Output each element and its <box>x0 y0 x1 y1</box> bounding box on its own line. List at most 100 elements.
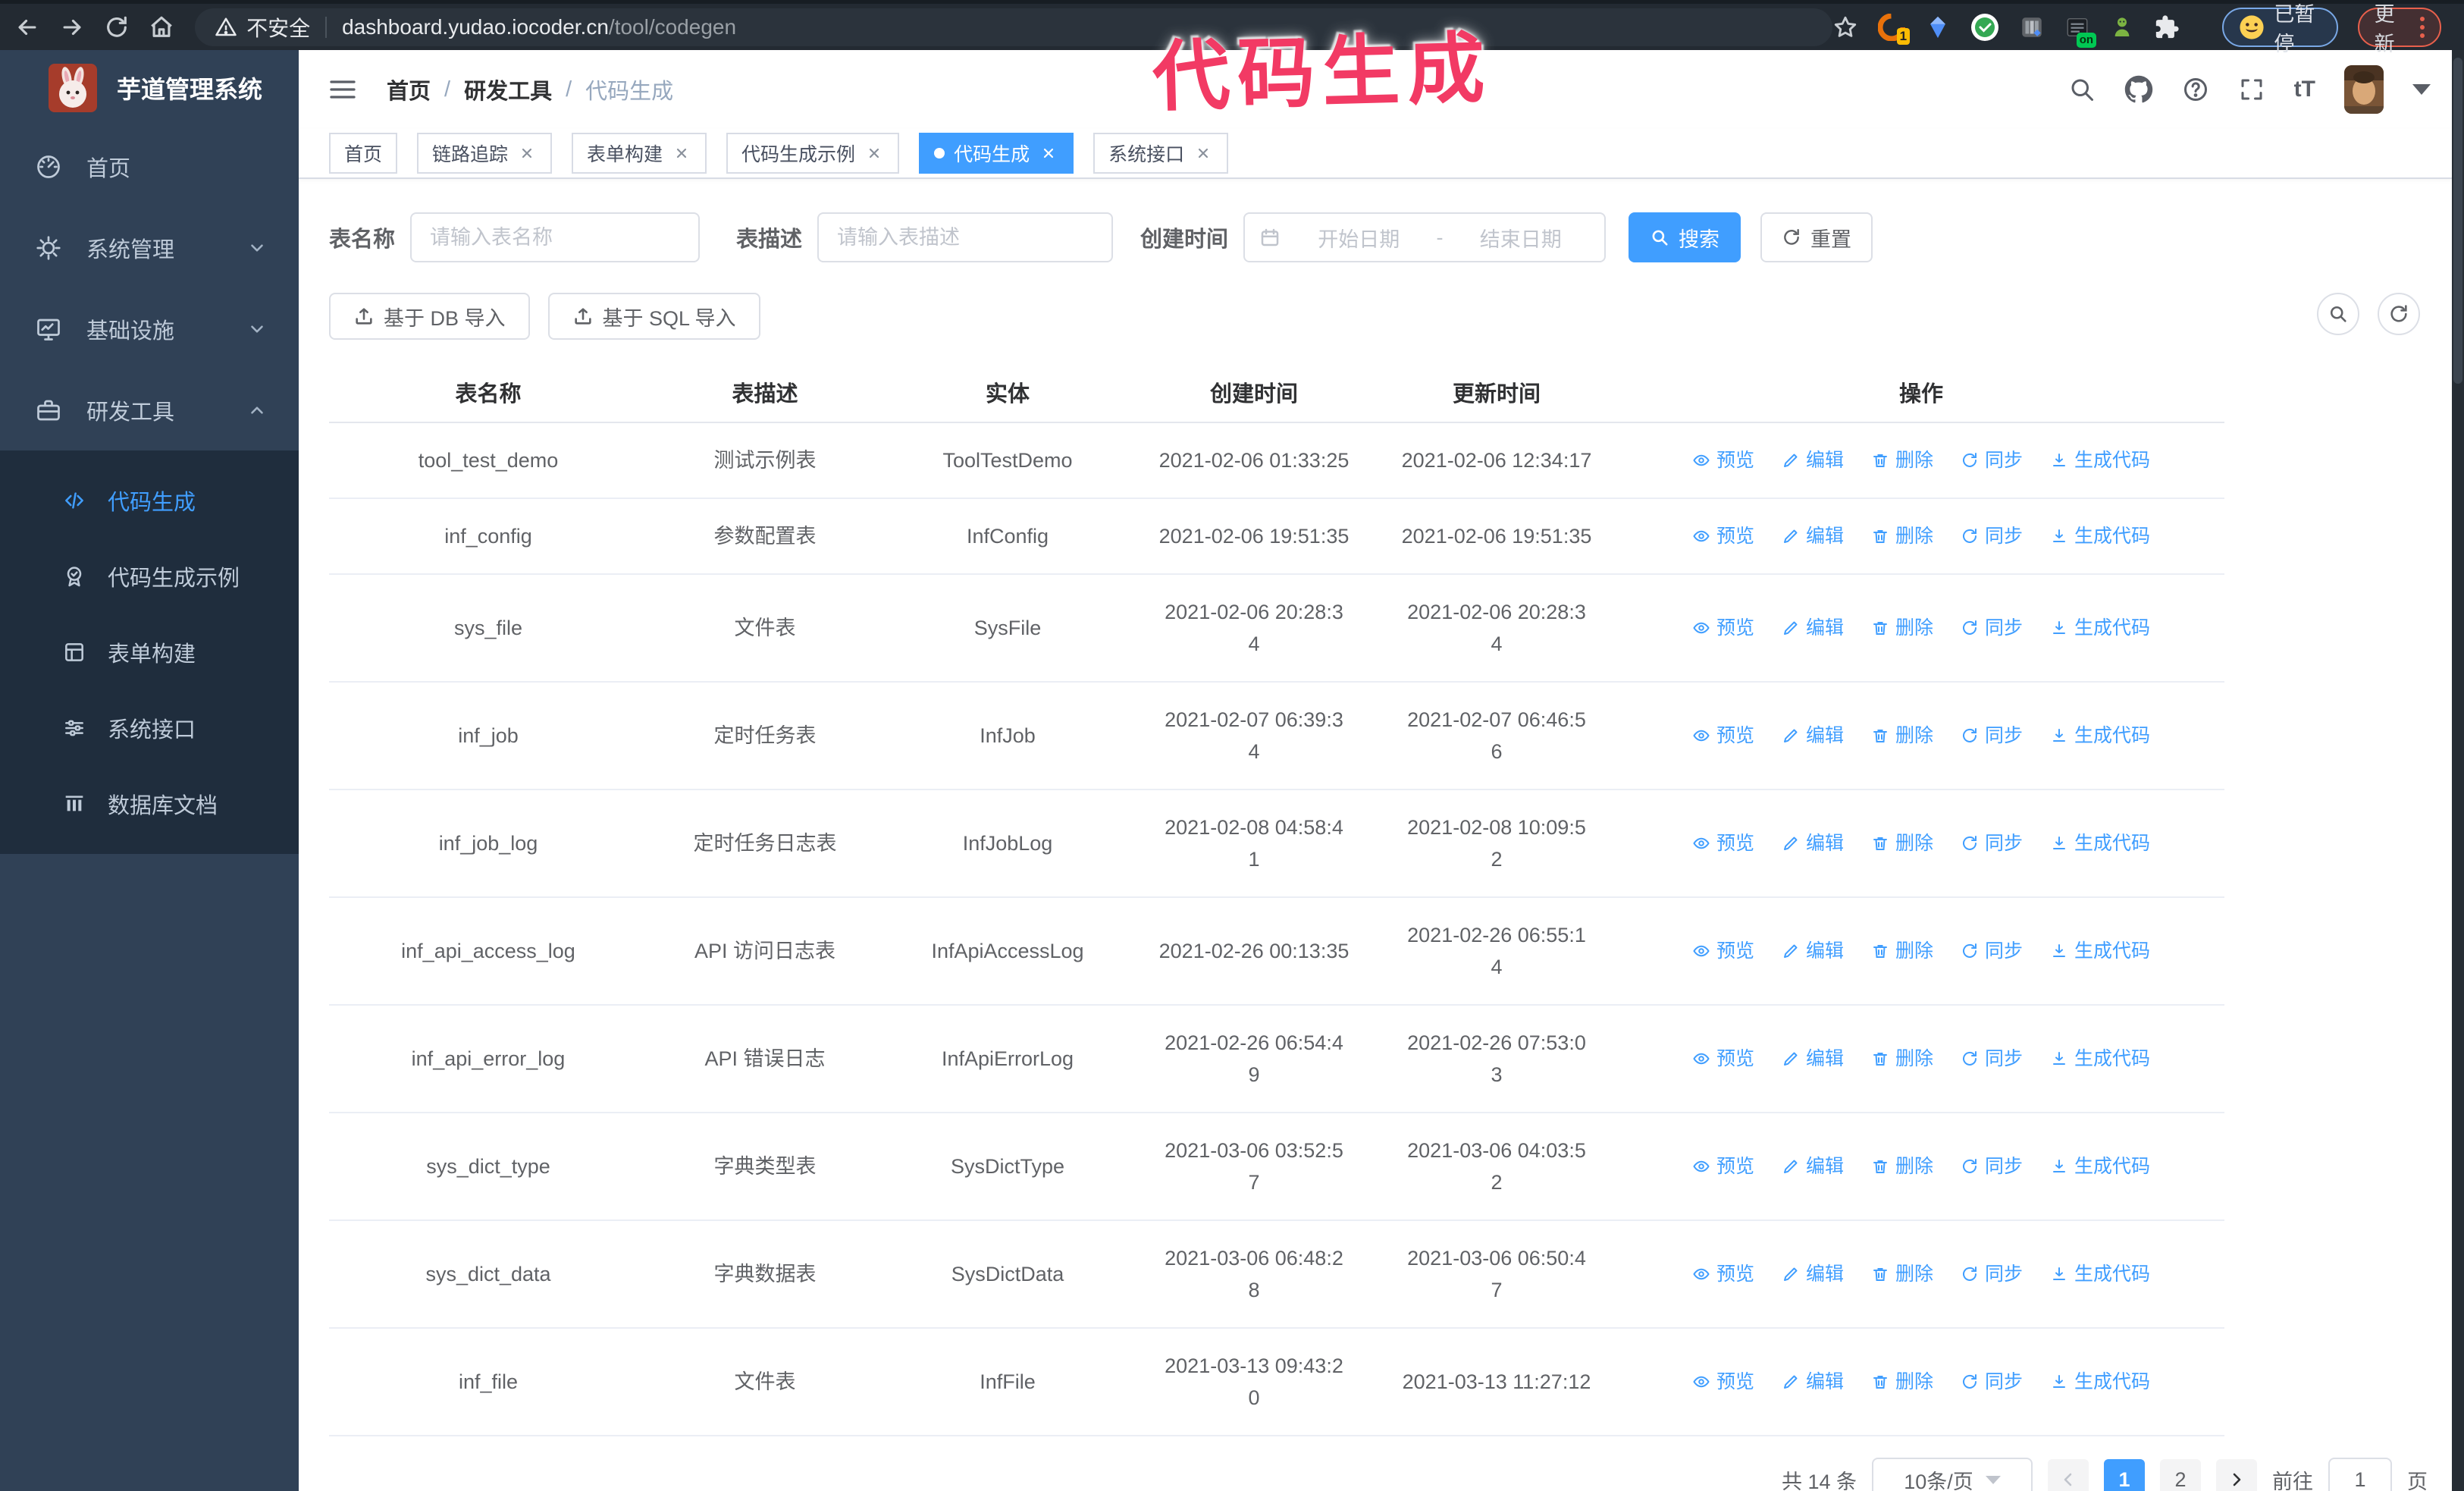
table-row[interactable]: inf_job 定时任务表 InfJob 2021-02-07 06:39:3 … <box>329 682 2224 790</box>
avatar-caret-icon[interactable] <box>2412 84 2431 95</box>
close-icon[interactable] <box>864 143 884 163</box>
edit-link[interactable]: 编辑 <box>1782 1043 1844 1075</box>
table-row[interactable]: sys_dict_data 字典数据表 SysDictData 2021-03-… <box>329 1220 2224 1329</box>
search-icon[interactable] <box>2068 76 2096 103</box>
edit-link[interactable]: 编辑 <box>1782 1366 1844 1398</box>
sidebar-item-db-doc[interactable]: 数据库文档 <box>0 766 299 842</box>
sidebar-collapse-icon[interactable] <box>328 74 358 105</box>
preview-link[interactable]: 预览 <box>1692 827 1754 859</box>
sidebar-item-devtools[interactable]: 研发工具 <box>0 369 299 450</box>
sidebar-item-form-builder[interactable]: 表单构建 <box>0 614 299 690</box>
edit-link[interactable]: 编辑 <box>1782 612 1844 644</box>
table-desc-input[interactable] <box>817 212 1114 262</box>
preview-link[interactable]: 预览 <box>1692 1366 1754 1398</box>
app-logo-row[interactable]: 芋道管理系统 <box>0 50 299 126</box>
import-sql-button[interactable]: 基于 SQL 导入 <box>547 293 760 340</box>
close-icon[interactable] <box>1039 143 1058 163</box>
edit-link[interactable]: 编辑 <box>1782 1258 1844 1290</box>
generate-code-link[interactable]: 生成代码 <box>2050 1043 2150 1075</box>
tab-tracing[interactable]: 链路追踪 <box>417 133 553 174</box>
scrollbar-thumb[interactable] <box>2453 58 2462 384</box>
extension-orange-icon[interactable]: 1 <box>1878 13 1911 45</box>
refresh-button[interactable] <box>2378 293 2420 335</box>
extension-check-icon[interactable] <box>1970 13 1999 42</box>
edit-link[interactable]: 编辑 <box>1782 827 1844 859</box>
delete-link[interactable]: 删除 <box>1871 1043 1933 1075</box>
preview-link[interactable]: 预览 <box>1692 1150 1754 1182</box>
table-row[interactable]: inf_file 文件表 InfFile 2021-03-13 09:43:2 … <box>329 1328 2224 1436</box>
sync-link[interactable]: 同步 <box>1961 520 2023 552</box>
sync-link[interactable]: 同步 <box>1961 720 2023 752</box>
generate-code-link[interactable]: 生成代码 <box>2050 935 2150 967</box>
sidebar-item-system-api[interactable]: 系统接口 <box>0 690 299 766</box>
close-icon[interactable] <box>1193 143 1213 163</box>
fullscreen-icon[interactable] <box>2238 76 2265 103</box>
date-start-placeholder[interactable]: 开始日期 <box>1289 223 1429 253</box>
page-button-2[interactable]: 2 <box>2160 1459 2201 1491</box>
edit-link[interactable]: 编辑 <box>1782 935 1844 967</box>
forward-icon[interactable] <box>55 9 89 46</box>
sidebar-item-codegen-example[interactable]: 代码生成示例 <box>0 538 299 614</box>
preview-link[interactable]: 预览 <box>1692 1043 1754 1075</box>
sync-link[interactable]: 同步 <box>1961 935 2023 967</box>
preview-link[interactable]: 预览 <box>1692 612 1754 644</box>
sync-link[interactable]: 同步 <box>1961 827 2023 859</box>
close-icon[interactable] <box>517 143 537 163</box>
generate-code-link[interactable]: 生成代码 <box>2050 827 2150 859</box>
sync-link[interactable]: 同步 <box>1961 1258 2023 1290</box>
tab-form-builder[interactable]: 表单构建 <box>572 133 707 174</box>
generate-code-link[interactable]: 生成代码 <box>2050 612 2150 644</box>
breadcrumb-devtools[interactable]: 研发工具 <box>464 74 552 105</box>
breadcrumb-home[interactable]: 首页 <box>387 74 431 105</box>
github-icon[interactable] <box>2124 75 2153 104</box>
table-row[interactable]: sys_file 文件表 SysFile 2021-02-06 20:28:3 … <box>329 574 2224 683</box>
address-bar[interactable]: 不安全 dashboard.yudao.iocoder.cn/tool/code… <box>195 8 1833 46</box>
table-row[interactable]: inf_api_access_log API 访问日志表 InfApiAcces… <box>329 897 2224 1006</box>
delete-link[interactable]: 删除 <box>1871 827 1933 859</box>
delete-link[interactable]: 删除 <box>1871 612 1933 644</box>
date-range-picker[interactable]: 开始日期 - 结束日期 <box>1243 212 1607 262</box>
reload-icon[interactable] <box>100 9 134 46</box>
edit-link[interactable]: 编辑 <box>1782 720 1844 752</box>
sync-link[interactable]: 同步 <box>1961 612 2023 644</box>
extensions-puzzle-icon[interactable] <box>2154 13 2180 42</box>
page-size-select[interactable]: 10条/页 <box>1872 1458 2033 1491</box>
table-row[interactable]: inf_api_error_log API 错误日志 InfApiErrorLo… <box>329 1005 2224 1113</box>
generate-code-link[interactable]: 生成代码 <box>2050 1150 2150 1182</box>
back-icon[interactable] <box>11 9 45 46</box>
tab-home[interactable]: 首页 <box>329 133 398 174</box>
generate-code-link[interactable]: 生成代码 <box>2050 1258 2150 1290</box>
edit-link[interactable]: 编辑 <box>1782 444 1844 476</box>
tab-system-api[interactable]: 系统接口 <box>1093 133 1229 174</box>
table-row[interactable]: inf_job_log 定时任务日志表 InfJobLog 2021-02-08… <box>329 789 2224 898</box>
table-row[interactable]: sys_dict_type 字典类型表 SysDictType 2021-03-… <box>329 1113 2224 1221</box>
menu-dots-icon[interactable] <box>2420 16 2425 38</box>
bookmark-star-icon[interactable] <box>1832 13 1858 42</box>
toggle-search-button[interactable] <box>2317 293 2359 335</box>
preview-link[interactable]: 预览 <box>1692 444 1754 476</box>
delete-link[interactable]: 删除 <box>1871 1150 1933 1182</box>
sidebar-item-system[interactable]: 系统管理 <box>0 207 299 288</box>
sync-link[interactable]: 同步 <box>1961 444 2023 476</box>
delete-link[interactable]: 删除 <box>1871 520 1933 552</box>
search-button[interactable]: 搜索 <box>1629 212 1741 262</box>
generate-code-link[interactable]: 生成代码 <box>2050 520 2150 552</box>
extension-gem-icon[interactable] <box>1925 13 1951 42</box>
preview-link[interactable]: 预览 <box>1692 720 1754 752</box>
home-icon[interactable] <box>144 9 178 46</box>
profile-paused-badge[interactable]: 已暂停 <box>2222 3 2338 55</box>
sidebar-item-infra[interactable]: 基础设施 <box>0 288 299 369</box>
preview-link[interactable]: 预览 <box>1692 1258 1754 1290</box>
page-button-1[interactable]: 1 <box>2104 1459 2145 1491</box>
delete-link[interactable]: 删除 <box>1871 1366 1933 1398</box>
reset-button[interactable]: 重置 <box>1760 212 1873 262</box>
security-chip[interactable]: 不安全 <box>215 12 310 42</box>
tab-codegen[interactable]: 代码生成 <box>919 133 1074 174</box>
sync-link[interactable]: 同步 <box>1961 1366 2023 1398</box>
edit-link[interactable]: 编辑 <box>1782 1150 1844 1182</box>
delete-link[interactable]: 删除 <box>1871 935 1933 967</box>
preview-link[interactable]: 预览 <box>1692 520 1754 552</box>
import-db-button[interactable]: 基于 DB 导入 <box>329 293 530 340</box>
sync-link[interactable]: 同步 <box>1961 1150 2023 1182</box>
table-row[interactable]: tool_test_demo 测试示例表 ToolTestDemo 2021-0… <box>329 422 2224 499</box>
